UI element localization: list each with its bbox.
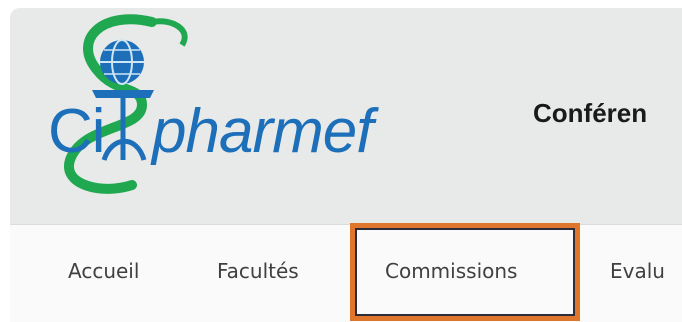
page-title: Conféren <box>533 98 648 128</box>
nav-item-accueil[interactable]: Accueil <box>68 259 139 283</box>
logo-text-ci: Ci <box>48 97 106 166</box>
logo-text-pharmef: pharmef <box>152 97 373 166</box>
globe-icon <box>100 39 144 85</box>
main-navigation: Accueil Facultés Commissions Evalu <box>10 224 682 322</box>
nav-item-facultes[interactable]: Facultés <box>217 259 299 283</box>
nav-item-evaluation[interactable]: Evalu <box>610 259 665 283</box>
commissions-highlight-box <box>350 223 580 321</box>
